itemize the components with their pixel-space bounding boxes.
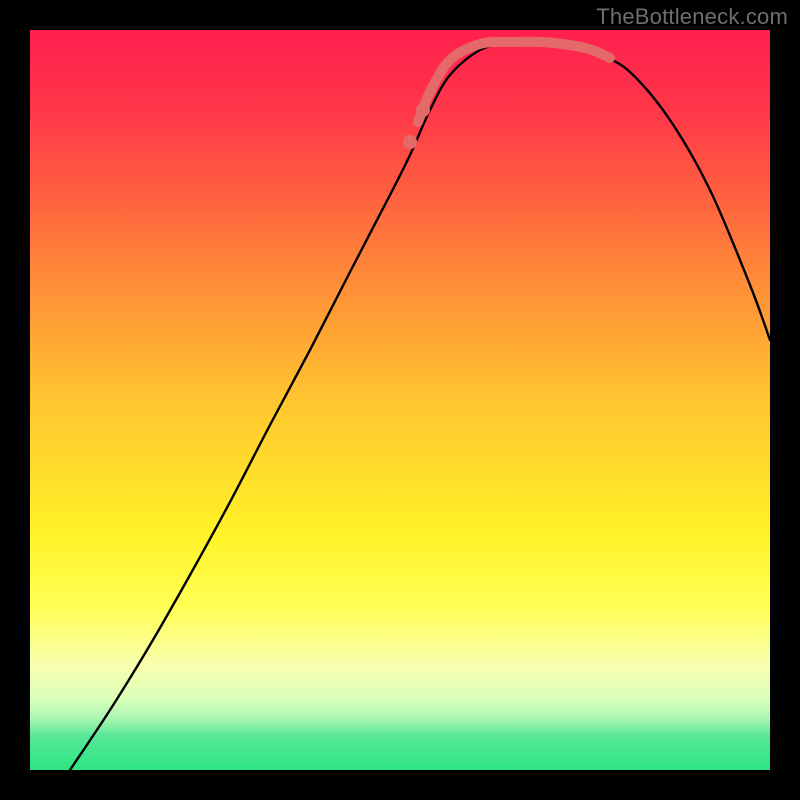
chart-svg bbox=[30, 30, 770, 770]
watermark-text: TheBottleneck.com bbox=[596, 4, 788, 30]
marker-1 bbox=[403, 135, 417, 149]
marker-2 bbox=[416, 103, 430, 117]
chart-frame: TheBottleneck.com bbox=[0, 0, 800, 800]
plot-area bbox=[30, 30, 770, 770]
